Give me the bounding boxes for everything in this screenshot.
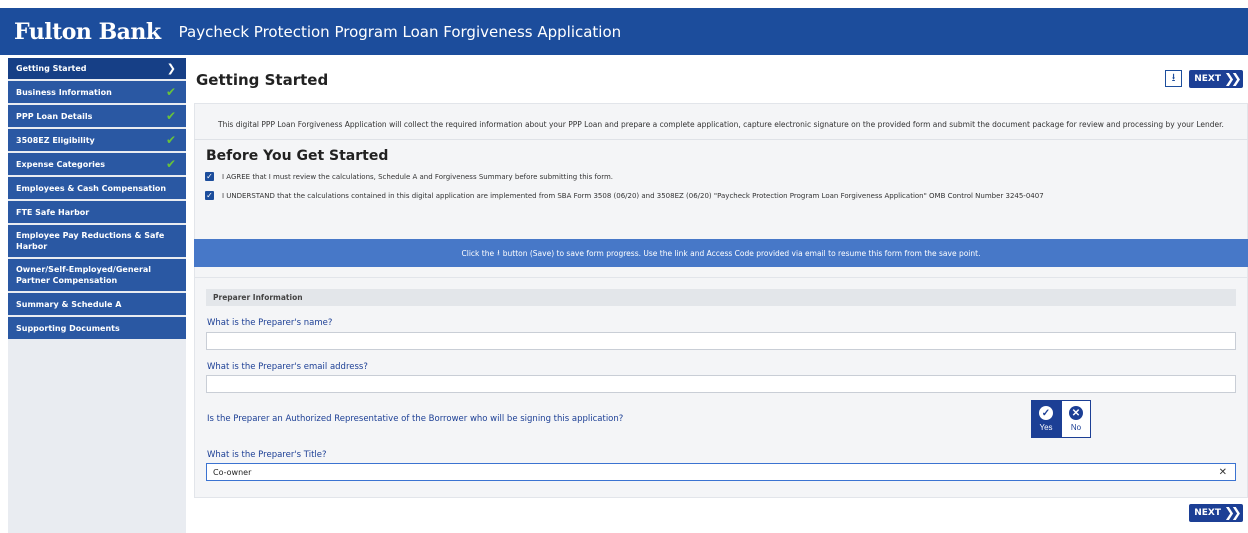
checkmark-icon: ✔ xyxy=(165,132,176,147)
checkmark-icon: ✔ xyxy=(165,84,176,99)
preparer-email-input[interactable] xyxy=(206,375,1236,393)
preparer-email-label: What is the Preparer's email address? xyxy=(207,362,368,372)
download-icon: ⭳ xyxy=(497,247,500,257)
sidebar-item-label: Employee Pay Reductions & Safe Harbor xyxy=(16,231,165,251)
sidebar-item-expense-categories[interactable]: Expense Categories ✔ xyxy=(8,153,186,177)
sidebar-item-label: Summary & Schedule A xyxy=(16,299,122,309)
understand-checkbox-row[interactable]: ✓ I UNDERSTAND that the calculations con… xyxy=(205,191,1044,200)
download-icon: ⭳ xyxy=(1171,72,1176,84)
save-info-bar: Click the ⭳ button (Save) to save form p… xyxy=(194,239,1248,267)
no-label: No xyxy=(1070,423,1082,432)
checkbox-checked-icon[interactable]: ✓ xyxy=(205,191,214,200)
sidebar-item-supporting-documents[interactable]: Supporting Documents xyxy=(8,317,186,341)
sidebar-item-label: Employees & Cash Compensation xyxy=(16,183,167,193)
preparer-title-label: What is the Preparer's Title? xyxy=(207,450,327,460)
chevron-right-icon: ❯ xyxy=(166,62,176,75)
yes-no-toggle: ✓ Yes ✕ No xyxy=(1031,400,1091,438)
sidebar-item-employees-cash-compensation[interactable]: Employees & Cash Compensation xyxy=(8,177,186,201)
sidebar-item-label: Getting Started xyxy=(16,64,87,73)
checkbox-checked-icon[interactable]: ✓ xyxy=(205,172,214,181)
info-suffix: button (Save) to save form progress. Use… xyxy=(502,248,981,258)
preparer-form: Preparer Information What is the Prepare… xyxy=(194,277,1248,498)
clear-icon[interactable]: ✕ xyxy=(1219,467,1227,478)
sidebar: Getting Started ❯ Business Information ✔… xyxy=(8,58,186,533)
sidebar-item-summary-schedule-a[interactable]: Summary & Schedule A xyxy=(8,293,186,317)
before-you-get-started-heading: Before You Get Started xyxy=(206,148,389,164)
double-chevron-right-icon: ❯❯ xyxy=(1223,505,1242,521)
next-button-bottom[interactable]: NEXT ❯❯ xyxy=(1189,504,1243,522)
agree-label: I AGREE that I must review the calculati… xyxy=(222,172,614,181)
intro-text: This digital PPP Loan Forgiveness Applic… xyxy=(218,120,1224,129)
sidebar-item-3508ez-eligibility[interactable]: 3508EZ Eligibility ✔ xyxy=(8,129,186,153)
agree-checkbox-row[interactable]: ✓ I AGREE that I must review the calcula… xyxy=(205,172,613,181)
sidebar-item-label: Owner/Self-Employed/General Partner Comp… xyxy=(16,265,152,285)
sidebar-item-label: PPP Loan Details xyxy=(16,111,93,121)
double-chevron-right-icon: ❯❯ xyxy=(1223,71,1242,87)
save-button[interactable]: ⭳ xyxy=(1165,70,1182,87)
app-header: Fulton Bank Paycheck Protection Program … xyxy=(0,8,1248,55)
sidebar-item-label: 3508EZ Eligibility xyxy=(16,135,95,145)
preparer-name-input[interactable] xyxy=(206,332,1236,350)
sidebar-item-employee-pay-reductions[interactable]: Employee Pay Reductions & Safe Harbor xyxy=(8,225,186,259)
next-label: NEXT xyxy=(1194,74,1221,84)
yes-label: Yes xyxy=(1039,423,1053,432)
sidebar-item-ppp-loan-details[interactable]: PPP Loan Details ✔ xyxy=(8,105,186,129)
brand-logo: Fulton Bank xyxy=(14,18,161,45)
close-icon: ✕ xyxy=(1069,406,1083,420)
preparer-title-value: Co-owner xyxy=(213,467,252,477)
sidebar-item-label: FTE Safe Harbor xyxy=(16,207,90,217)
sidebar-item-fte-safe-harbor[interactable]: FTE Safe Harbor xyxy=(8,201,186,225)
authorized-rep-label: Is the Preparer an Authorized Representa… xyxy=(207,414,624,424)
preparer-title-input[interactable]: Co-owner ✕ xyxy=(206,463,1236,481)
sidebar-item-getting-started[interactable]: Getting Started ❯ xyxy=(8,58,186,81)
no-option[interactable]: ✕ No xyxy=(1061,400,1091,438)
checkmark-icon: ✔ xyxy=(165,108,176,123)
info-prefix: Click the xyxy=(461,248,495,258)
sidebar-item-business-information[interactable]: Business Information ✔ xyxy=(8,81,186,105)
sidebar-item-label: Expense Categories xyxy=(16,159,106,169)
next-label: NEXT xyxy=(1194,508,1221,518)
app-title: Paycheck Protection Program Loan Forgive… xyxy=(178,22,622,41)
yes-option[interactable]: ✓ Yes xyxy=(1031,400,1061,438)
checkmark-icon: ✓ xyxy=(1039,406,1053,420)
sidebar-item-label: Supporting Documents xyxy=(16,323,120,333)
divider xyxy=(194,139,1248,140)
page-title: Getting Started xyxy=(196,71,329,89)
sidebar-item-label: Business Information xyxy=(16,87,112,97)
understand-label: I UNDERSTAND that the calculations conta… xyxy=(222,191,1044,200)
checkmark-icon: ✔ xyxy=(165,156,176,171)
preparer-name-label: What is the Preparer's name? xyxy=(207,318,333,328)
section-header: Preparer Information xyxy=(206,289,1236,306)
sidebar-item-owner-compensation[interactable]: Owner/Self-Employed/General Partner Comp… xyxy=(8,259,186,293)
next-button-top[interactable]: NEXT ❯❯ xyxy=(1189,70,1243,88)
